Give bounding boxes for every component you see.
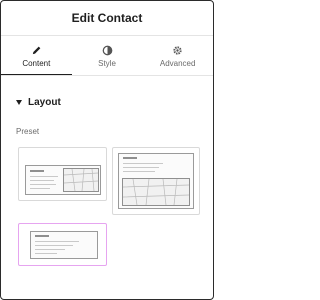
- caret-down-icon: [16, 100, 22, 105]
- tab-style-label: Style: [98, 59, 116, 68]
- preset-option-form-map-side[interactable]: [18, 147, 107, 201]
- tab-advanced-label: Advanced: [159, 59, 196, 68]
- panel-header: Edit Contact: [1, 1, 213, 35]
- layout-section-toggle[interactable]: Layout: [16, 97, 61, 108]
- gear-icon: [172, 44, 184, 56]
- preset-thumbnail: [30, 231, 98, 259]
- layout-section-title: Layout: [28, 97, 61, 108]
- edit-contact-panel: Edit Contact Content Style Advanced Layo…: [0, 0, 214, 300]
- tab-content-label: Content: [22, 59, 51, 68]
- preset-option-form-only[interactable]: [18, 223, 107, 266]
- pencil-icon: [30, 44, 42, 56]
- preset-thumbnail: [118, 153, 194, 209]
- tab-style[interactable]: Style: [72, 36, 143, 76]
- contrast-icon: [101, 44, 113, 56]
- tab-content[interactable]: Content: [1, 36, 72, 76]
- preset-thumbnail: [25, 165, 101, 195]
- preset-label: Preset: [16, 127, 40, 136]
- tab-advanced[interactable]: Advanced: [142, 36, 213, 76]
- tab-bar: Content Style Advanced: [1, 36, 213, 76]
- tabs-divider: [1, 75, 213, 76]
- panel-title: Edit Contact: [71, 11, 143, 25]
- preset-option-form-map-stacked[interactable]: [112, 147, 200, 215]
